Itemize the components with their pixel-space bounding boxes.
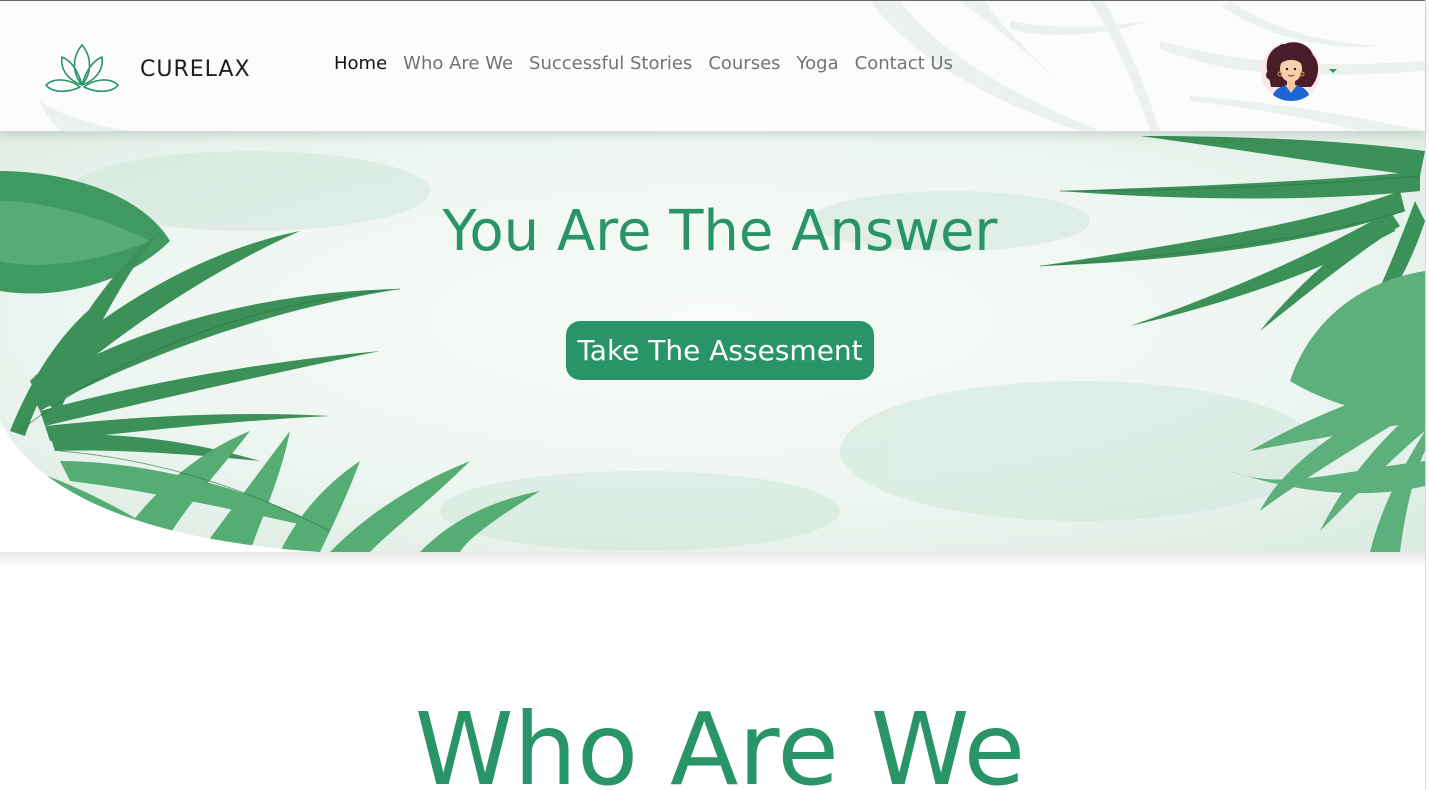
brand-name: CURELAX	[140, 56, 251, 82]
navbar: CURELAX Home Who Are We Successful Stori…	[0, 1, 1425, 131]
hero-banner: You Are The Answer Take The Assesment	[0, 131, 1425, 552]
nav-link-who-are-we[interactable]: Who Are We	[403, 53, 513, 74]
nav-link-home[interactable]: Home	[334, 53, 387, 74]
hero-shadow	[0, 552, 1425, 566]
main-nav: Home Who Are We Successful Stories Cours…	[334, 53, 969, 74]
user-avatar-icon	[1261, 41, 1321, 101]
nav-link-courses[interactable]: Courses	[708, 53, 780, 74]
take-assessment-button[interactable]: Take The Assesment	[566, 321, 874, 380]
nav-link-contact-us[interactable]: Contact Us	[855, 53, 953, 74]
brand-logo[interactable]: CURELAX	[44, 41, 251, 97]
who-are-we-heading: Who Are We	[414, 691, 1026, 790]
hero-title: You Are The Answer	[442, 199, 998, 264]
scroll-edge	[1425, 0, 1426, 790]
page: CURELAX Home Who Are We Successful Stori…	[0, 0, 1429, 790]
profile-menu[interactable]	[1261, 41, 1337, 101]
nav-link-successful-stories[interactable]: Successful Stories	[529, 53, 692, 74]
nav-link-yoga[interactable]: Yoga	[797, 53, 839, 74]
lotus-icon	[45, 44, 119, 93]
caret-down-icon	[1329, 69, 1337, 73]
